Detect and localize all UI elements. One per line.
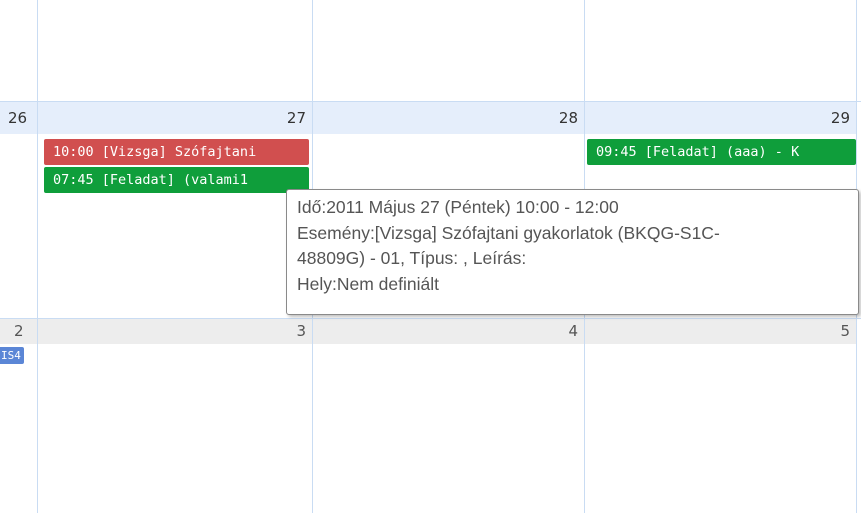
event-exam[interactable]: 10:00 [Vizsga] Szófajtani bbox=[44, 139, 309, 165]
day-number: 2 bbox=[14, 322, 24, 340]
day-number: 5 bbox=[840, 322, 850, 340]
event-tooltip: Idő:2011 Május 27 (Péntek) 10:00 - 12:00… bbox=[286, 189, 859, 315]
day-cell-26[interactable]: 26 bbox=[0, 102, 37, 134]
day-number: 3 bbox=[296, 322, 306, 340]
day-number: 27 bbox=[286, 109, 306, 127]
day-cell-5[interactable]: 5 bbox=[585, 319, 856, 344]
day-cell-3[interactable]: 3 bbox=[38, 319, 312, 344]
day-cell-2[interactable]: 2 bbox=[0, 319, 37, 344]
day-number: 28 bbox=[558, 109, 578, 127]
tooltip-event-cont: 48809G) - 01, Típus: , Leírás: bbox=[297, 248, 527, 268]
day-number: 26 bbox=[8, 109, 28, 127]
event-task[interactable]: 09:45 [Feladat] (aaa) - K bbox=[587, 139, 856, 165]
day-cell-4[interactable]: 4 bbox=[313, 319, 584, 344]
tooltip-location: Hely:Nem definiált bbox=[297, 273, 439, 294]
day-cell-28[interactable]: 28 bbox=[313, 102, 584, 134]
day-number: 4 bbox=[568, 322, 578, 340]
calendar-month-view: 26 27 28 29 10:00 [Vizsga] Szófajtani 07… bbox=[0, 0, 861, 513]
day-number: 29 bbox=[830, 109, 850, 127]
day-cell-27[interactable]: 27 bbox=[38, 102, 312, 134]
event-chip[interactable]: IS4 bbox=[0, 347, 24, 364]
day-cell-29[interactable]: 29 bbox=[585, 102, 856, 134]
tooltip-event: Esemény:[Vizsga] Szófajtani gyakorlatok … bbox=[297, 222, 720, 243]
event-task[interactable]: 07:45 [Feladat] (valami1 bbox=[44, 167, 309, 193]
grid-line bbox=[37, 0, 38, 513]
tooltip-time: Idő:2011 Május 27 (Péntek) 10:00 - 12:00 bbox=[297, 197, 619, 217]
